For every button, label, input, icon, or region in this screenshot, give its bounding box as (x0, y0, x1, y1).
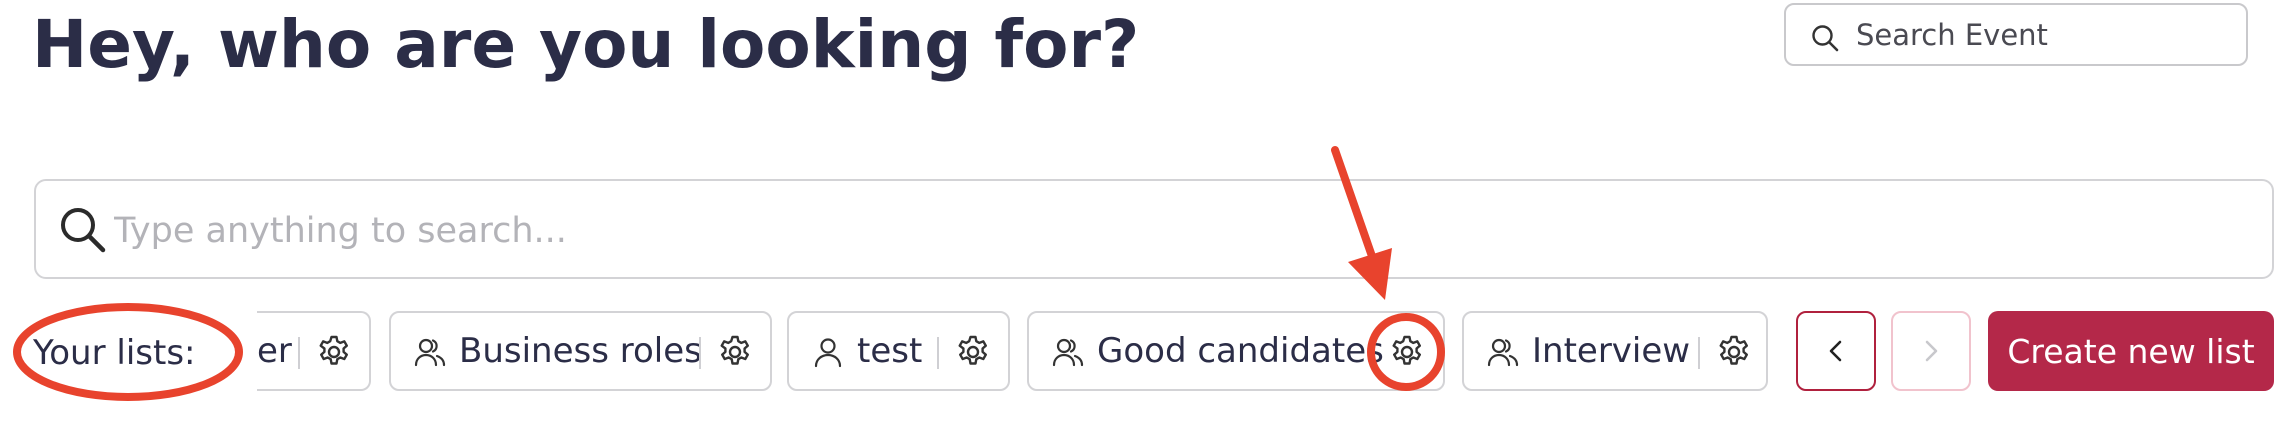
list-chip[interactable]: Interview (1462, 311, 1768, 391)
list-chip[interactable]: test (787, 311, 1010, 391)
list-chip-label: test (857, 331, 923, 371)
chip-divider (1698, 337, 1700, 369)
list-chip[interactable]: er (257, 311, 371, 391)
event-search-box[interactable] (1784, 3, 2248, 66)
gear-icon[interactable] (955, 334, 991, 370)
next-button[interactable] (1891, 311, 1971, 391)
user-group-icon (1052, 338, 1084, 367)
user-group-icon (414, 338, 446, 367)
list-chip-label: Interview (1532, 331, 1691, 371)
chip-divider (699, 337, 701, 369)
create-new-list-button[interactable]: Create new list (1988, 311, 2274, 391)
main-search-box[interactable] (34, 179, 2274, 279)
gear-icon[interactable] (717, 334, 753, 370)
list-chip-label: Good candidates (1097, 331, 1384, 371)
list-chip-label: er (257, 331, 292, 371)
event-search-input[interactable] (1856, 13, 2226, 57)
lists-label: Your lists: (33, 333, 196, 373)
user-group-icon (1487, 338, 1519, 367)
chip-divider (937, 337, 939, 369)
user-icon (814, 338, 842, 368)
main-search-input[interactable] (114, 205, 2214, 257)
gear-icon[interactable] (316, 334, 352, 370)
chevron-left-icon (1829, 340, 1842, 362)
gear-icon[interactable] (1716, 334, 1752, 370)
list-chip-label: Business roles (459, 331, 702, 371)
gear-icon[interactable] (1389, 334, 1425, 370)
chip-divider (298, 337, 300, 369)
chevron-right-icon (1925, 340, 1938, 362)
list-chip[interactable]: Business roles (389, 311, 772, 391)
search-icon (1812, 25, 1839, 52)
list-chip[interactable]: Good candidates (1027, 311, 1445, 391)
prev-button[interactable] (1796, 311, 1876, 391)
page-title: Hey, who are you looking for? (32, 6, 1140, 83)
search-icon (61, 208, 106, 253)
